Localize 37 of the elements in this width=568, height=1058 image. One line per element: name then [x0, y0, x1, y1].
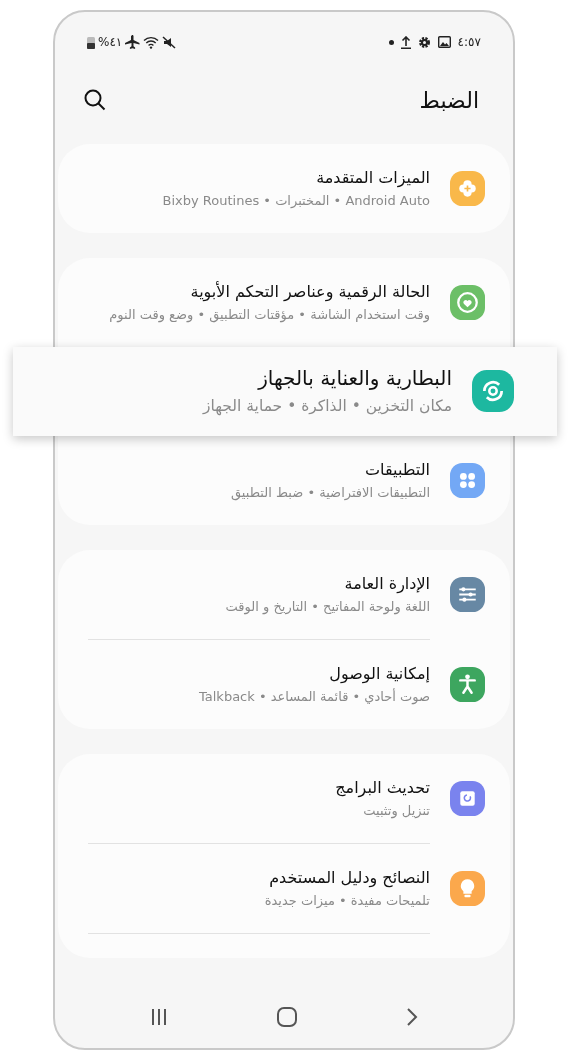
settings-item[interactable]: الإدارة العامة اللغة ولوحة المفاتيح • التاريخ و الوقت	[88, 550, 510, 639]
airplane-icon	[125, 35, 141, 49]
search-icon[interactable]	[83, 88, 107, 112]
item-title: الحالة الرقمية وعناصر التحكم الأبوية	[189, 280, 430, 304]
highlighted-settings-item[interactable]: البطارية والعناية بالجهاز مكان التخزين • الذاكرة • حماية الجهاز	[13, 347, 557, 436]
settings-item[interactable]: تحديث البرامج تنزيل وتثبيت	[88, 754, 510, 843]
settings-item[interactable]: النصائح ودليل المستخدم تلميحات مفيدة • ميزات جديدة	[88, 844, 510, 933]
settings-item[interactable]: إمكانية الوصول صوت أحادي • قائمة المساعد • Talkback	[88, 640, 510, 729]
item-title: الميزات المتقدمة	[315, 167, 430, 190]
page-title: الضبط	[419, 87, 479, 113]
item-title: إمكانية الوصول	[328, 663, 430, 686]
clock-time: ٤:٥٧	[457, 35, 481, 49]
item-title: النصائح ودليل المستخدم	[268, 867, 430, 890]
item-title: تحديث البرامج	[334, 777, 430, 800]
home-icon[interactable]	[276, 1006, 298, 1028]
item-subtitle: وقت استخدام الشاشة • مؤقتات التطبيق • وضع وقت النوم	[108, 306, 430, 325]
item-subtitle: مكان التخزين • الذاكرة • حماية الجهاز	[201, 396, 452, 418]
upload-icon	[400, 35, 411, 49]
item-subtitle: التطبيقات الافتراضية • ضبط التطبيق	[230, 484, 430, 503]
dot-icon	[388, 39, 394, 45]
back-icon[interactable]	[405, 1007, 420, 1027]
mute-icon	[162, 35, 177, 49]
battery-level: %٤١	[98, 35, 123, 49]
item-subtitle: Android Auto • المختبرات • Bixby Routines	[161, 192, 430, 210]
wifi-icon	[143, 35, 160, 49]
item-title: البطارية والعناية بالجهاز	[256, 365, 452, 392]
settings-item[interactable]: التطبيقات التطبيقات الافتراضية • ضبط التطبيق	[88, 436, 510, 525]
item-title: الإدارة العامة	[343, 573, 430, 596]
item-subtitle: صوت أحادي • قائمة المساعد • Talkback	[198, 687, 430, 707]
item-subtitle: اللغة ولوحة المفاتيح • التاريخ و الوقت	[224, 598, 430, 617]
image-icon	[437, 36, 451, 48]
item-title: التطبيقات	[364, 459, 430, 481]
battery-icon	[87, 35, 95, 49]
item-subtitle: تنزيل وتثبيت	[362, 802, 430, 821]
settings-icon	[417, 35, 431, 49]
item-subtitle: تلميحات مفيدة • ميزات جديدة	[263, 892, 430, 911]
settings-item[interactable]: الحالة الرقمية وعناصر التحكم الأبوية وقت استخدام الشاشة • مؤقتات التطبيق • وضع وقت النوم	[88, 258, 510, 347]
